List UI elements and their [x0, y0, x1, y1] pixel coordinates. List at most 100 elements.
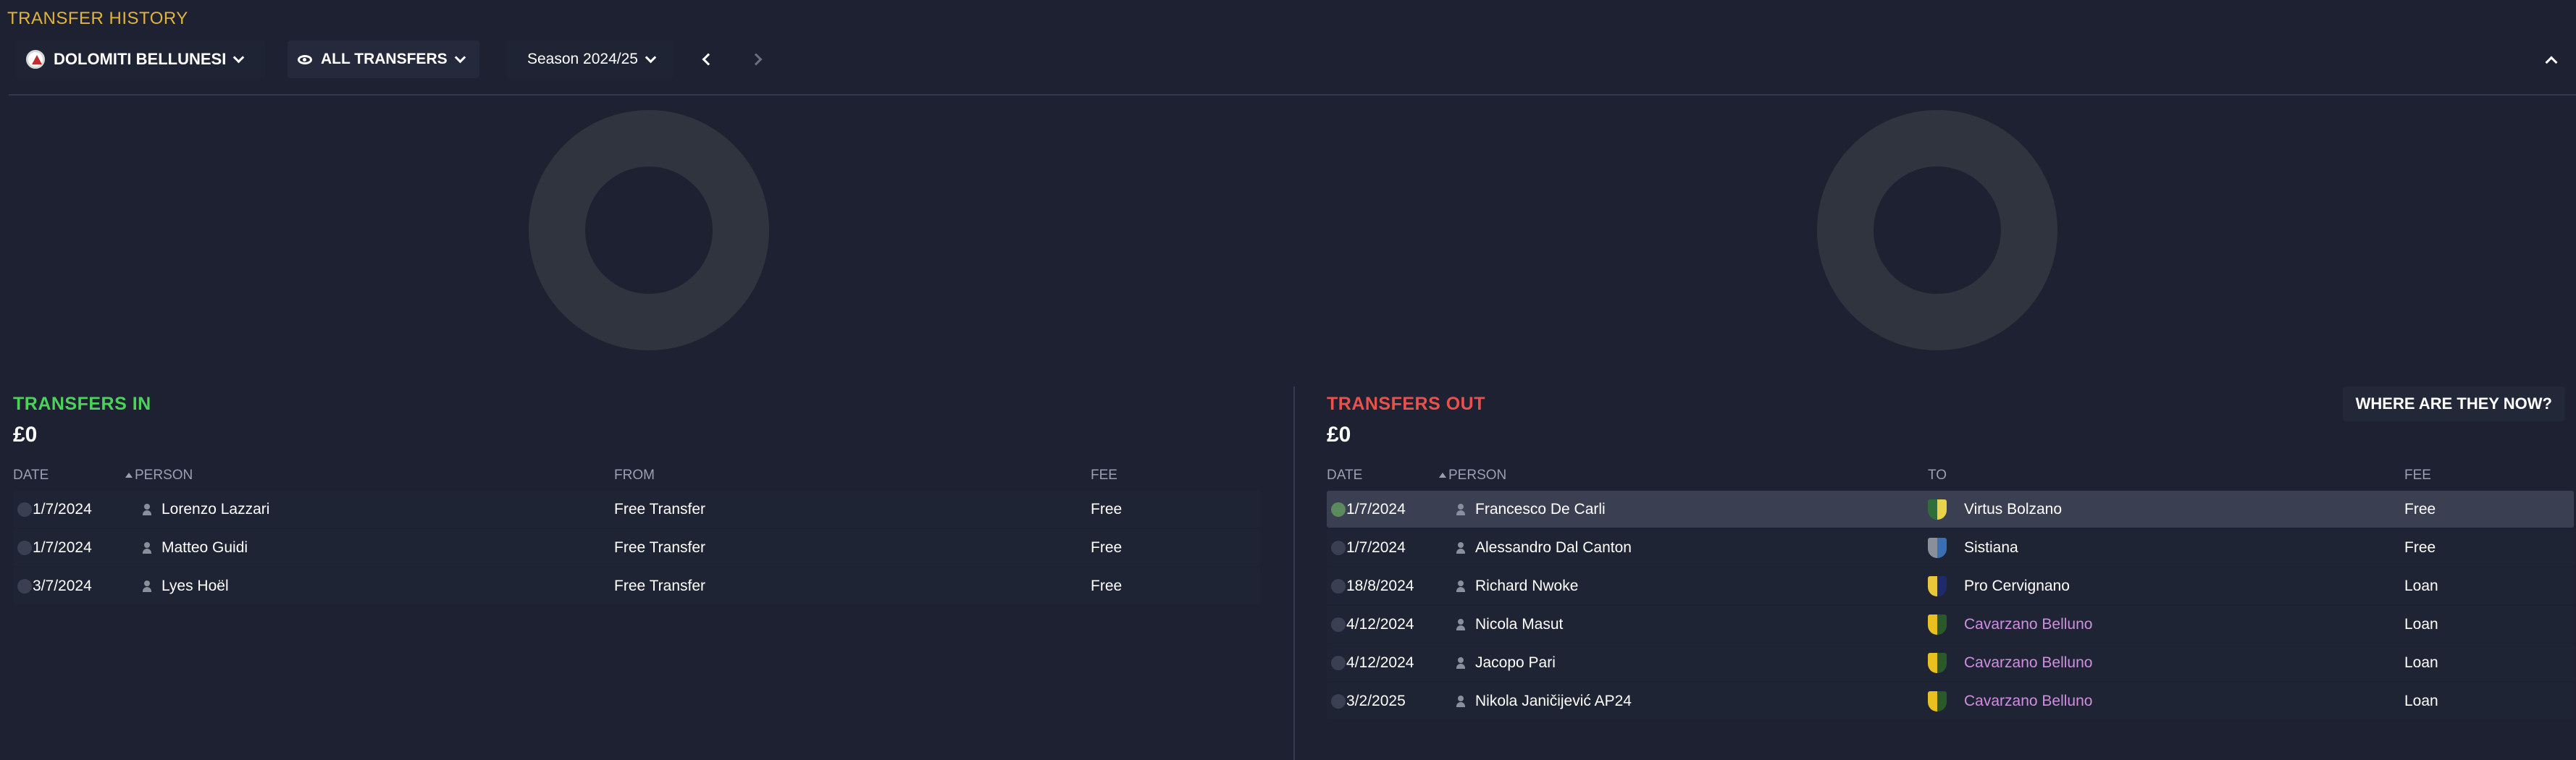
- table-row[interactable]: 18/8/2024 Richard Nwoke Pro Cervignano Loan: [1327, 567, 2574, 604]
- select-checkbox[interactable]: [1331, 502, 1346, 517]
- person-icon: [142, 542, 152, 554]
- transfer-fee: Free: [1091, 578, 1123, 594]
- person-name[interactable]: Nicola Masut: [1475, 616, 1563, 633]
- sort-ascending-icon: [1439, 473, 1446, 478]
- column-date[interactable]: DATE: [13, 468, 49, 484]
- chevron-up-icon: [2545, 56, 2558, 69]
- transfer-fee: Free: [1091, 539, 1123, 556]
- person-icon: [142, 504, 152, 515]
- select-checkbox[interactable]: [1331, 541, 1346, 555]
- person-name[interactable]: Lorenzo Lazzari: [161, 501, 269, 518]
- select-checkbox[interactable]: [17, 502, 32, 517]
- transfers-in-rows: 1/7/2024 Lorenzo Lazzari Free Transfer Free…: [13, 491, 1260, 604]
- select-checkbox[interactable]: [1331, 617, 1346, 632]
- transfer-date: 1/7/2024: [1346, 539, 1406, 556]
- select-checkbox[interactable]: [17, 579, 32, 594]
- transfers-in-total: £0: [13, 423, 38, 447]
- column-from[interactable]: FROM: [614, 468, 655, 484]
- transfer-fee: Free: [2404, 539, 2436, 556]
- person-icon: [1456, 580, 1466, 592]
- from-club: Free Transfer: [614, 501, 706, 518]
- chevron-right-icon: [750, 53, 763, 66]
- column-person-label: PERSON: [1448, 468, 1507, 483]
- eye-icon: [298, 54, 312, 64]
- transfer-fee: Loan: [2404, 616, 2438, 633]
- where-are-they-now-button[interactable]: WHERE ARE THEY NOW?: [2342, 387, 2565, 421]
- transfer-date: 3/2/2025: [1346, 693, 1406, 709]
- to-club: Sistiana: [1964, 539, 2018, 556]
- season-dropdown[interactable]: Season 2024/25: [507, 41, 674, 78]
- person-name[interactable]: Francesco De Carli: [1475, 501, 1606, 518]
- person-name[interactable]: Nikola Janičijević AP24: [1475, 693, 1632, 710]
- chevron-down-icon: [645, 51, 657, 63]
- to-club: Pro Cervignano: [1964, 578, 2070, 594]
- table-row[interactable]: 1/7/2024 Lorenzo Lazzari Free Transfer Free: [13, 491, 1260, 528]
- person-name[interactable]: Lyes Hoël: [161, 578, 229, 595]
- transfer-filter-dropdown[interactable]: ALL TRANSFERS: [288, 41, 479, 78]
- person-icon: [1456, 657, 1466, 669]
- club-badge-icon: [1928, 653, 1947, 673]
- person-icon: [1456, 504, 1466, 515]
- column-to[interactable]: TO: [1928, 468, 1947, 484]
- transfer-fee: Loan: [2404, 578, 2438, 594]
- table-row[interactable]: 3/2/2025 Nikola Janičijević AP24 Cavarzano…: [1327, 683, 2574, 719]
- transfers-out-total: £0: [1327, 423, 1351, 447]
- from-club: Free Transfer: [614, 539, 706, 556]
- table-row[interactable]: 1/7/2024 Francesco De Carli Virtus Bolzano…: [1327, 491, 2574, 528]
- person-icon: [142, 580, 152, 592]
- to-club[interactable]: Cavarzano Belluno: [1964, 616, 2092, 633]
- select-checkbox[interactable]: [1331, 579, 1346, 594]
- column-fee[interactable]: FEE: [2404, 468, 2431, 484]
- table-row[interactable]: 3/7/2024 Lyes Hoël Free Transfer Free: [13, 567, 1260, 604]
- club-badge-icon: [1928, 691, 1947, 712]
- transfers-out-donut-chart: [1817, 110, 2057, 350]
- next-season-button[interactable]: [740, 41, 772, 78]
- person-name[interactable]: Jacopo Pari: [1475, 654, 1556, 672]
- person-name[interactable]: Matteo Guidi: [161, 539, 248, 557]
- club-badge-icon: [1928, 576, 1947, 596]
- club-badge-icon: [26, 50, 45, 69]
- select-checkbox[interactable]: [1331, 694, 1346, 709]
- panel-divider: [1293, 387, 1295, 760]
- transfer-fee: Free: [2404, 501, 2436, 518]
- filter-label: ALL TRANSFERS: [321, 51, 448, 67]
- column-date[interactable]: DATE: [1327, 468, 1362, 484]
- transfer-date: 1/7/2024: [33, 539, 92, 556]
- column-person[interactable]: PERSON: [125, 468, 193, 484]
- person-name[interactable]: Richard Nwoke: [1475, 578, 1578, 595]
- club-badge-icon: [1928, 499, 1947, 520]
- club-badge-icon: [1928, 615, 1947, 635]
- page-title: TRANSFER HISTORY: [7, 9, 188, 28]
- table-row[interactable]: 1/7/2024 Matteo Guidi Free Transfer Free: [13, 529, 1260, 566]
- column-person-label: PERSON: [135, 468, 193, 483]
- to-club[interactable]: Cavarzano Belluno: [1964, 693, 2092, 710]
- transfer-date: 4/12/2024: [1346, 616, 1414, 633]
- select-checkbox[interactable]: [1331, 656, 1346, 670]
- table-row[interactable]: 4/12/2024 Jacopo Pari Cavarzano Belluno Loa…: [1327, 644, 2574, 681]
- person-icon: [1456, 696, 1466, 707]
- season-label: Season 2024/25: [527, 51, 638, 67]
- person-icon: [1456, 619, 1466, 630]
- transfers-in-title: TRANSFERS IN: [13, 394, 151, 414]
- transfer-fee: Loan: [2404, 654, 2438, 671]
- club-name: DOLOMITI BELLUNESI: [54, 50, 227, 68]
- from-club: Free Transfer: [614, 578, 706, 594]
- column-fee[interactable]: FEE: [1091, 468, 1117, 484]
- to-club[interactable]: Cavarzano Belluno: [1964, 654, 2092, 672]
- club-selector[interactable]: DOLOMITI BELLUNESI: [16, 41, 266, 78]
- chevron-down-icon: [233, 51, 245, 63]
- select-checkbox[interactable]: [17, 541, 32, 555]
- toolbar: DOLOMITI BELLUNESI ALL TRANSFERS Season …: [9, 41, 2567, 78]
- transfer-date: 1/7/2024: [1346, 501, 1406, 518]
- person-name[interactable]: Alessandro Dal Canton: [1475, 539, 1632, 557]
- transfers-out-rows: 1/7/2024 Francesco De Carli Virtus Bolzano…: [1327, 491, 2574, 719]
- table-row[interactable]: 1/7/2024 Alessandro Dal Canton Sistiana Fre…: [1327, 529, 2574, 566]
- collapse-button[interactable]: [2535, 41, 2567, 78]
- transfer-date: 3/7/2024: [33, 578, 92, 594]
- table-row[interactable]: 4/12/2024 Nicola Masut Cavarzano Belluno Lo…: [1327, 606, 2574, 643]
- person-icon: [1456, 542, 1466, 554]
- sort-ascending-icon: [125, 473, 133, 478]
- column-person[interactable]: PERSON: [1439, 468, 1506, 484]
- previous-season-button[interactable]: [692, 41, 724, 78]
- transfers-in-donut-chart: [529, 110, 769, 350]
